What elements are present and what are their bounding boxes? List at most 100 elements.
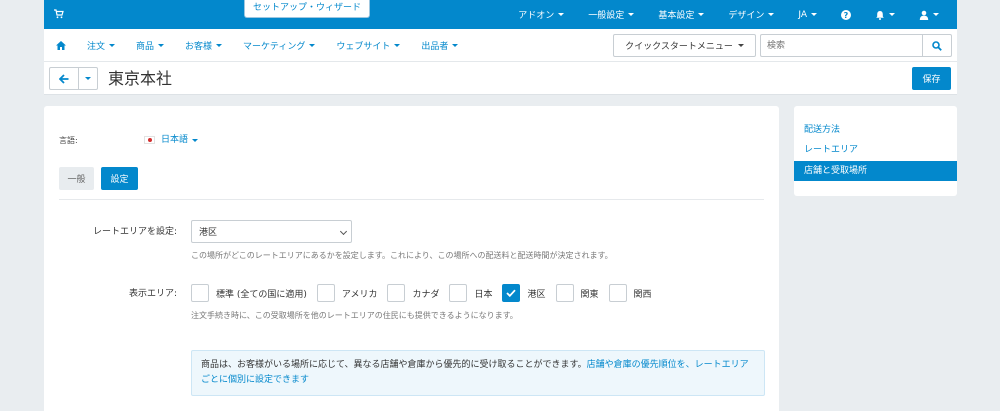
japan-flag-icon [144,136,155,144]
chevron-down-icon [889,13,895,16]
back-button[interactable] [49,67,79,90]
top-menu-basic[interactable]: 基本設定 [658,8,705,21]
nav-orders[interactable]: 注文 [87,39,116,52]
nav-label: 注文 [87,42,106,52]
top-menu-label: デザイン [728,11,765,21]
svg-text:?: ? [844,11,849,20]
arrow-left-icon [59,73,69,84]
header-panel: 注文 商品 お客様 マーケティング ウェブサイト 出品者 クイックスタートメニュ… [44,29,957,95]
back-dropdown-button[interactable] [78,67,98,90]
checkbox-label: 関西 [633,289,652,300]
checkbox-checked[interactable] [502,284,521,302]
area-option-standard[interactable]: 標準 (全ての国に適用) [191,284,307,302]
area-option-japan[interactable]: 日本 [449,284,492,302]
top-menu-label: 一般設定 [588,11,625,21]
main-nav: 注文 商品 お客様 マーケティング ウェブサイト 出品者 [56,29,479,62]
top-menu-label: アドオン [518,11,555,21]
top-menu-general[interactable]: 一般設定 [588,8,635,21]
nav-home[interactable] [56,41,66,50]
sidebar-item-shipping-methods[interactable]: 配送方法 [794,120,957,140]
rate-area-label: レートエリアを設定: [92,227,177,237]
info-box: 商品は、お客様がいる場所に応じて、異なる店舗や倉庫から優先的に受け取ることができ… [191,350,765,396]
top-menu-label: 基本設定 [658,11,695,21]
nav-label: マーケティング [243,42,306,52]
checkbox-label: 関東 [580,289,599,300]
checkbox[interactable] [608,284,627,302]
nav-label: ウェブサイト [336,42,391,52]
search-input[interactable] [760,34,922,57]
checkbox[interactable] [316,284,335,302]
top-menu-language[interactable]: JA [798,10,817,20]
quickstart-label: クイックスタートメニュー [625,42,733,52]
sidebar-item-rate-areas[interactable]: レートエリア [794,140,957,160]
nav-customers[interactable]: お客様 [185,39,223,52]
top-bar: セットアップ・ウィザード アドオン 一般設定 基本設定 デザイン JA ? [44,0,957,29]
nav-marketing[interactable]: マーケティング [243,39,316,52]
help-button[interactable]: ? [841,9,851,20]
rate-area-value: 港区 [199,228,218,238]
nav-vendors[interactable]: 出品者 [421,39,459,52]
search-button[interactable] [922,34,952,57]
checkbox-label: 日本 [474,289,493,300]
rate-area-help: この場所がどこのレートエリアにあるかを設定します。これにより、この場所への配送料… [191,251,613,260]
chevron-down-icon [558,13,565,16]
checkbox[interactable] [449,284,468,302]
sidebar: 配送方法 レートエリア 店舗と受取場所 [794,106,957,196]
nav-products[interactable]: 商品 [136,39,165,52]
sidebar-item-stores-pickup[interactable]: 店舗と受取場所 [794,161,957,181]
tab-settings[interactable]: 設定 [101,167,138,190]
checkbox[interactable] [387,284,406,302]
display-area-checkboxes: 標準 (全ての国に適用) アメリカ カナダ 日本 港区 関東 関西 [191,284,662,302]
area-option-kanto[interactable]: 関東 [555,284,599,302]
user-menu-button[interactable] [919,10,939,20]
chevron-down-icon [933,13,939,16]
check-icon [506,289,517,297]
area-option-canada[interactable]: カナダ [387,284,439,302]
quickstart-menu-button[interactable]: クイックスタートメニュー [613,34,756,57]
language-selector[interactable]: 日本語 [161,134,199,146]
top-menu-addons[interactable]: アドオン [518,8,565,21]
main-nav-row: 注文 商品 お客様 マーケティング ウェブサイト 出品者 クイックスタートメニュ… [44,29,957,62]
language-label: 言語: [59,136,78,145]
nav-label: 出品者 [421,42,449,52]
area-option-usa[interactable]: アメリカ [316,284,378,302]
language-value: 日本語 [161,135,189,145]
checkbox-label: アメリカ [341,289,378,300]
user-icon [919,10,929,20]
checkbox[interactable] [555,284,574,302]
save-button[interactable]: 保存 [912,67,951,90]
setup-wizard-button[interactable]: セットアップ・ウィザード [244,0,371,18]
checkbox-label: カナダ [412,289,440,300]
display-area-label: 表示エリア: [128,289,177,299]
page-title: 東京本社 [108,69,173,88]
rate-area-select[interactable]: 港区 [191,220,352,243]
main-card: 言語: 日本語 一般 設定 レートエリアを設定: 港区 この場所がどこのレートエ… [44,106,779,411]
chevron-down-icon [339,227,348,236]
chevron-down-icon [394,44,401,47]
chevron-down-icon [85,77,91,80]
display-area-help: 注文手続き時に、この受取場所を他のレートエリアの住民にも提供できるようになります… [191,311,518,320]
checkbox[interactable] [191,284,209,302]
nav-label: お客様 [185,42,213,52]
chevron-down-icon [158,44,165,47]
checkbox-label: 標準 (全ての国に適用) [216,289,307,300]
notifications-button[interactable] [875,10,895,20]
top-menu-design[interactable]: デザイン [728,8,775,21]
help-icon: ? [841,9,851,20]
chevron-down-icon [768,13,775,16]
bell-icon [876,10,884,20]
chevron-down-icon [192,138,199,142]
chevron-down-icon [452,44,459,47]
chevron-down-icon [698,13,705,16]
area-option-kansai[interactable]: 関西 [608,284,652,302]
chevron-down-icon [628,13,635,16]
nav-website[interactable]: ウェブサイト [336,39,401,52]
title-row: 東京本社 保存 [44,62,957,95]
top-menu-label: JA [798,9,807,20]
area-option-minato[interactable]: 港区 [502,284,546,302]
tab-general[interactable]: 一般 [59,167,94,190]
chevron-down-icon [811,13,817,16]
chevron-down-icon [109,44,116,47]
chevron-down-icon [737,44,744,47]
cart-icon[interactable] [54,9,64,19]
